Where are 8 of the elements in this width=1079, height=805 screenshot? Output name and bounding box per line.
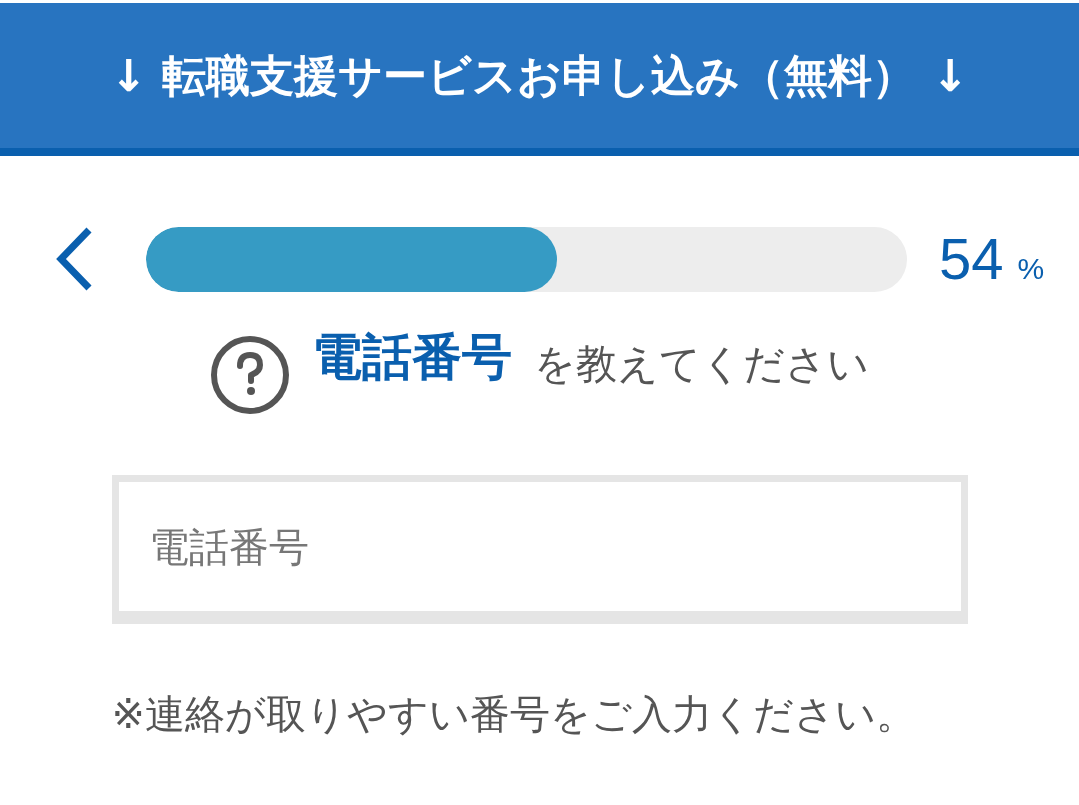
- input-note: ※連絡が取りやすい番号をご入力ください。: [111, 690, 917, 739]
- phone-input-field[interactable]: 電話番号: [111, 475, 968, 624]
- banner-title: ↓ 転職支援サービスお申し込み（無料） ↓: [110, 53, 969, 98]
- question-prompt: を教えてください: [534, 339, 869, 389]
- percent-unit: %: [1017, 254, 1045, 284]
- help-icon: [210, 335, 290, 415]
- question-field-name: 電話番号: [312, 329, 512, 385]
- progress-percent: 54: [939, 230, 1004, 288]
